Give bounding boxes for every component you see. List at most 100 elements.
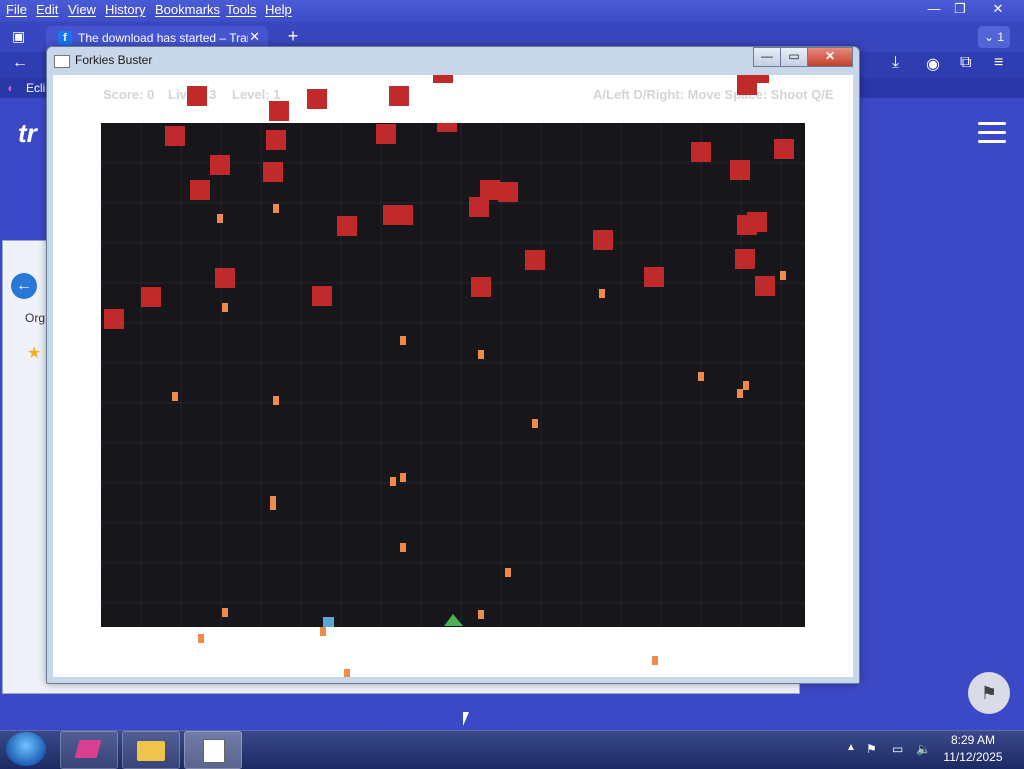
game-window: Forkies Buster — ▭ ✕ Score: 0 Lives: 3 L… [46, 46, 860, 684]
bullet [390, 477, 396, 486]
favorites-star-icon: ★ [27, 345, 42, 362]
game-close-button[interactable]: ✕ [807, 47, 853, 67]
enemy-block [644, 267, 664, 287]
tab-count: 1 [997, 30, 1005, 44]
enemy-block [593, 230, 613, 250]
bullet [270, 501, 276, 510]
flag-icon[interactable]: ⚑ [968, 672, 1010, 714]
explorer-back-icon[interactable]: ← [11, 273, 37, 299]
extensions-icon[interactable]: ⧉ [960, 54, 971, 72]
menu-file[interactable]: File [6, 2, 27, 17]
tab-close-icon[interactable]: ✕ [249, 29, 260, 45]
hud-score: Score: 0 [103, 87, 155, 102]
bullet [532, 419, 538, 428]
eclipse-icon: ◖ [6, 81, 14, 95]
tray-expand-icon[interactable]: ▲ [846, 742, 856, 753]
enemy-block [498, 182, 518, 202]
mouse-cursor [463, 712, 469, 726]
game-app-icon [203, 739, 225, 763]
clock[interactable]: 8:29 AM 11/12/2025 [940, 732, 1006, 766]
bullet [400, 473, 406, 482]
player-ship [444, 614, 463, 626]
bullet [478, 610, 484, 619]
game-maximize-button[interactable]: ▭ [780, 47, 808, 67]
enemy-block-offfield [433, 75, 453, 83]
bullet [273, 204, 279, 213]
bullet [599, 289, 605, 298]
menu-history[interactable]: History [105, 2, 145, 17]
account-icon[interactable]: ◉ [926, 54, 940, 74]
enemy-block [480, 180, 500, 200]
game-titlebar[interactable]: Forkies Buster — ▭ ✕ [47, 47, 859, 73]
clock-time: 8:29 AM [950, 733, 996, 747]
enemy-block [165, 126, 185, 146]
game-canvas[interactable]: Score: 0 Lives: 3 Level: 1 A/Left D/Righ… [53, 75, 853, 677]
facebook-icon: f [58, 31, 72, 45]
network-icon[interactable]: ▭ [892, 742, 903, 756]
enemy-block [393, 205, 413, 225]
menu-help[interactable]: Help [265, 2, 292, 17]
enemy-block [141, 287, 161, 307]
enemy-block [437, 112, 457, 132]
tab-count-button[interactable]: ⌄ 1 [978, 26, 1010, 48]
enemy-block [337, 216, 357, 236]
site-logo[interactable]: tr [18, 118, 37, 149]
taskbar-explorer[interactable] [122, 731, 180, 769]
bullet [400, 336, 406, 345]
bullet [222, 608, 228, 617]
tab-overview-icon[interactable]: ▣ [12, 28, 25, 45]
new-tab-button[interactable]: + [283, 26, 303, 47]
enemy-block [525, 250, 545, 270]
menu-view[interactable]: View [68, 2, 96, 17]
enemy-block [263, 162, 283, 182]
start-button[interactable] [6, 732, 46, 766]
app-icon [54, 55, 70, 68]
enemy-block [190, 180, 210, 200]
menu-edit[interactable]: Edit [36, 2, 58, 17]
menu-bar: File Edit View History Bookmarks Tools H… [0, 0, 1024, 22]
download-icon[interactable]: ⤓ [892, 54, 899, 72]
hamburger-icon[interactable] [978, 122, 1006, 144]
bullet [217, 214, 223, 223]
bullet [273, 396, 279, 405]
taskbar-app-icon[interactable] [60, 731, 118, 769]
bullet [698, 372, 704, 381]
enemy-block [691, 142, 711, 162]
bullet [478, 350, 484, 359]
enemy-block [471, 277, 491, 297]
game-minimize-button[interactable]: — [753, 47, 781, 67]
menu-bookmarks[interactable]: Bookmarks [155, 2, 220, 17]
volume-icon[interactable]: 🔈 [916, 742, 931, 756]
menu-icon[interactable]: ≡ [994, 54, 1003, 72]
bullet [505, 568, 511, 577]
bullet-offfield [344, 669, 350, 677]
taskbar-game[interactable] [184, 731, 242, 769]
enemy-block-offfield [269, 101, 289, 121]
clock-date: 11/12/2025 [943, 750, 1003, 764]
bookmark-item[interactable]: Ecli [26, 81, 45, 95]
playfield-svg [101, 112, 805, 627]
powerup [323, 617, 334, 627]
menu-tools[interactable]: Tools [226, 2, 256, 17]
enemy-block [730, 160, 750, 180]
browser-maximize-button[interactable]: ❐ [946, 0, 974, 20]
browser-close-button[interactable]: ✕ [984, 0, 1012, 20]
bullet [400, 543, 406, 552]
enemy-block [210, 155, 230, 175]
enemy-block-offfield [307, 89, 327, 109]
enemy-block [774, 139, 794, 159]
browser-minimize-button[interactable]: — [920, 0, 948, 20]
bullet-offfield [652, 656, 658, 665]
enemy-block [215, 268, 235, 288]
bullet [172, 392, 178, 401]
enemy-block-offfield [389, 86, 409, 106]
hud-lives: Lives: 3 [168, 87, 217, 102]
enemy-block [104, 309, 124, 329]
enemy-block [747, 212, 767, 232]
enemy-block [376, 124, 396, 144]
back-icon[interactable]: ← [12, 54, 28, 72]
bullet [737, 389, 743, 398]
organize-menu[interactable]: Org [25, 311, 45, 325]
enemy-block-offfield [749, 75, 769, 83]
action-center-icon[interactable]: ⚑ [866, 742, 877, 756]
